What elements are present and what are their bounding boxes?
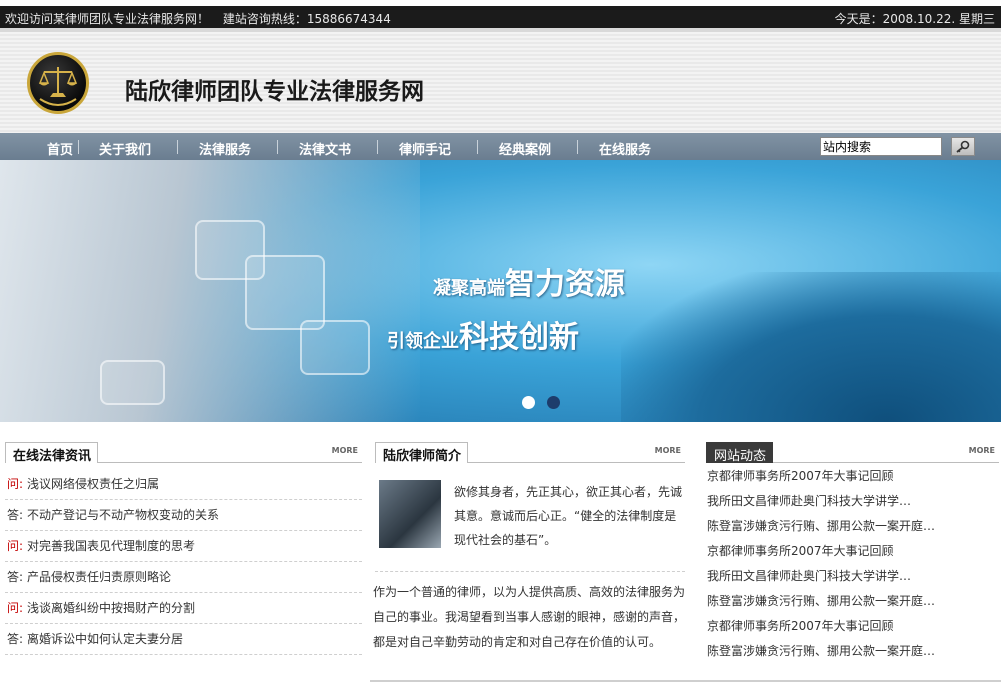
date-text: 今天是：2008.10.22. 星期三 [834,12,995,26]
panel-header: 网站动态 MORE [706,442,999,464]
nav-item-services[interactable]: 法律服务 [199,139,251,158]
question-tag: 问: [7,601,24,615]
nav-item-about[interactable]: 关于我们 [99,139,151,158]
list-item[interactable]: 我所田文昌律师赴奥门科技大学讲学… [706,489,999,514]
list-item-text[interactable]: 浅谈离婚纠纷中按揭财产的分割 [27,601,195,615]
banner-glass-panel [300,320,370,375]
nav-separator [377,140,378,154]
legal-news-panel: 在线法律资讯 MORE 问: 浅议网络侵权责任之归属 答: 不动产登记与不动产物权变… [5,442,362,655]
site-title: 陆欣律师团队专业法律服务网 [125,79,424,105]
legal-news-list: 问: 浅议网络侵权责任之归属 答: 不动产登记与不动产物权变动的关系 问: 对完善我国… [5,469,362,655]
list-item-text[interactable]: 对完善我国表见代理制度的思考 [27,539,195,553]
banner-slogan-2: 引领企业科技创新 [387,312,579,356]
nav-item-online[interactable]: 在线服务 [599,139,651,158]
answer-tag: 答: [7,570,24,584]
nav-item-notes[interactable]: 律师手记 [399,139,451,158]
slogan-2-big: 科技创新 [459,320,579,355]
site-news-title[interactable]: 网站动态 [706,442,774,464]
legal-news-more-link[interactable]: MORE [332,446,358,455]
list-item-text[interactable]: 离婚诉讼中如何认定夫妻分居 [27,632,183,646]
list-item[interactable]: 我所田文昌律师赴奥门科技大学讲学… [706,564,999,589]
list-item[interactable]: 陈登富涉嫌贪污行贿、挪用公款一案开庭… [706,589,999,614]
list-item[interactable]: 答: 不动产登记与不动产物权变动的关系 [5,500,362,531]
nav-separator [477,140,478,154]
banner-city-image [621,272,1001,422]
list-item[interactable]: 京都律师事务所2007年大事记回顾 [706,464,999,489]
list-item[interactable]: 陈登富涉嫌贪污行贿、挪用公款一案开庭… [706,514,999,539]
nav-separator [577,140,578,154]
hotline-text: 建站咨询热线：15886674344 [222,12,391,26]
nav-item-documents[interactable]: 法律文书 [299,139,351,158]
panel-header: 在线法律资讯 MORE [5,442,362,464]
footer-divider [370,680,1001,682]
lawyer-intro-title[interactable]: 陆欣律师简介 [375,442,469,464]
banner-glass-panel [245,255,325,330]
list-item-text[interactable]: 产品侵权责任归责原则略论 [27,570,171,584]
lawyer-intro-panel: 陆欣律师简介 MORE 欲修其身者，先正其心，欲正其心者，先诚其意。意诚而后心正… [373,442,685,649]
list-item[interactable]: 问: 对完善我国表见代理制度的思考 [5,531,362,562]
main-nav: 首页 关于我们 法律服务 法律文书 律师手记 经典案例 在线服务 [0,133,1001,160]
slogan-1-small: 凝聚高端 [433,278,505,299]
slogan-2-small: 引领企业 [387,331,459,352]
banner-hand-image [0,160,420,422]
question-tag: 问: [7,477,24,491]
intro-body-text: 作为一个普通的律师，以为人提供高质、高效的法律服务为自己的事业。我渴望看到当事人… [373,585,686,649]
welcome-text: 欢迎访问某律师团队专业法律服务网！ [5,12,210,26]
slogan-1-big: 智力资源 [505,267,625,302]
banner-glass-panel [100,360,165,405]
slide-dot-1[interactable] [522,396,535,409]
lawyer-photo[interactable] [379,480,441,548]
nav-item-home[interactable]: 首页 [47,139,73,158]
site-news-list: 京都律师事务所2007年大事记回顾 我所田文昌律师赴奥门科技大学讲学… 陈登富涉… [706,464,999,664]
banner-slogan-1: 凝聚高端智力资源 [433,259,625,303]
search-key-icon [956,140,970,153]
site-news-more-link[interactable]: MORE [969,446,995,455]
question-tag: 问: [7,539,24,553]
site-news-panel: 网站动态 MORE 京都律师事务所2007年大事记回顾 我所田文昌律师赴奥门科技… [706,442,999,664]
nav-item-cases[interactable]: 经典案例 [499,139,551,158]
answer-tag: 答: [7,508,24,522]
site-header: 陆欣律师团队专业法律服务网 [0,28,1001,133]
list-item-text[interactable]: 浅议网络侵权责任之归属 [27,477,159,491]
intro-divider [375,571,685,572]
hero-banner[interactable]: 凝聚高端智力资源 引领企业科技创新 [0,160,1001,422]
top-bar: 欢迎访问某律师团队专业法律服务网！ 建站咨询热线：15886674344 今天是… [0,6,1001,28]
list-item[interactable]: 陈登富涉嫌贪污行贿、挪用公款一案开庭… [706,639,999,664]
list-item[interactable]: 答: 离婚诉讼中如何认定夫妻分居 [5,624,362,655]
panel-header: 陆欣律师简介 MORE [375,442,685,464]
list-item-text[interactable]: 不动产登记与不动产物权变动的关系 [27,508,219,522]
list-item[interactable]: 问: 浅议网络侵权责任之归属 [5,469,362,500]
slide-dot-2[interactable] [547,396,560,409]
answer-tag: 答: [7,632,24,646]
topbar-left: 欢迎访问某律师团队专业法律服务网！ 建站咨询热线：15886674344 [5,10,391,27]
nav-separator [78,140,79,154]
site-search-input[interactable] [820,137,942,156]
list-item[interactable]: 问: 浅谈离婚纠纷中按揭财产的分割 [5,593,362,624]
intro-quote-text: 欲修其身者，先正其心，欲正其心者，先诚其意。意诚而后心正。“健全的法律制度是 现… [454,485,683,547]
legal-news-title[interactable]: 在线法律资讯 [5,442,99,464]
list-item[interactable]: 京都律师事务所2007年大事记回顾 [706,539,999,564]
search-button[interactable] [951,137,975,156]
lawyer-intro-more-link[interactable]: MORE [655,446,681,455]
nav-separator [277,140,278,154]
list-item[interactable]: 京都律师事务所2007年大事记回顾 [706,614,999,639]
scales-logo-icon[interactable] [27,52,89,114]
list-item[interactable]: 答: 产品侵权责任归责原则略论 [5,562,362,593]
nav-separator [177,140,178,154]
